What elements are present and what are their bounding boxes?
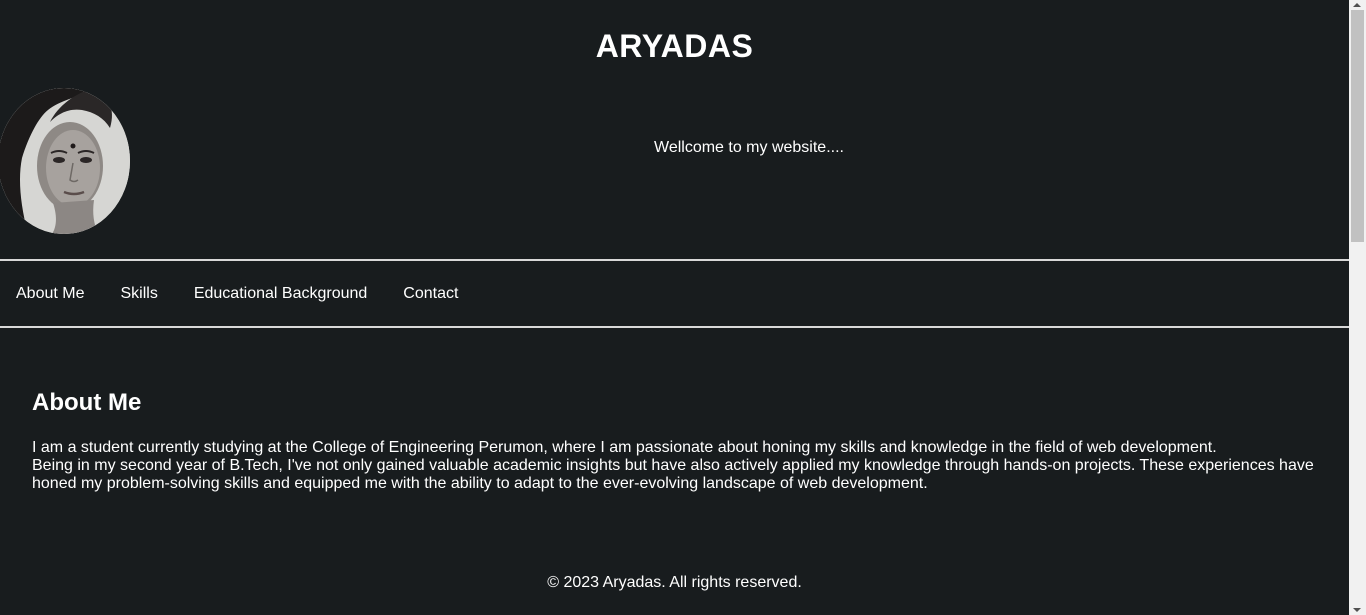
nav-item-about-me[interactable]: About Me [16,285,84,303]
scroll-up-icon[interactable] [1353,3,1361,7]
footer-copyright: © 2023 Aryadas. All rights reserved. [547,574,802,591]
about-heading: About Me [32,389,142,416]
nav-item-educational-background[interactable]: Educational Background [194,285,367,303]
about-section: About Me I am a student currently studyi… [32,389,1332,493]
profile-photo-icon [0,88,130,234]
welcome-text: Wellcome to my website.... [654,139,844,156]
scroll-thumb[interactable] [1351,10,1364,242]
about-paragraph-1: I am a student currently studying at the… [32,439,1217,456]
nav-item-contact[interactable]: Contact [403,285,458,303]
avatar [0,88,130,234]
main-nav: About Me Skills Educational Background C… [0,259,1349,328]
page: ARYADAS Wellcome to my website.... About… [0,0,1349,615]
site-title: ARYADAS [595,28,754,64]
about-paragraph-2: Being in my second year of B.Tech, I've … [32,457,1314,492]
scroll-down-icon[interactable] [1353,608,1361,612]
nav-item-skills[interactable]: Skills [120,285,157,303]
vertical-scrollbar[interactable] [1349,0,1366,615]
